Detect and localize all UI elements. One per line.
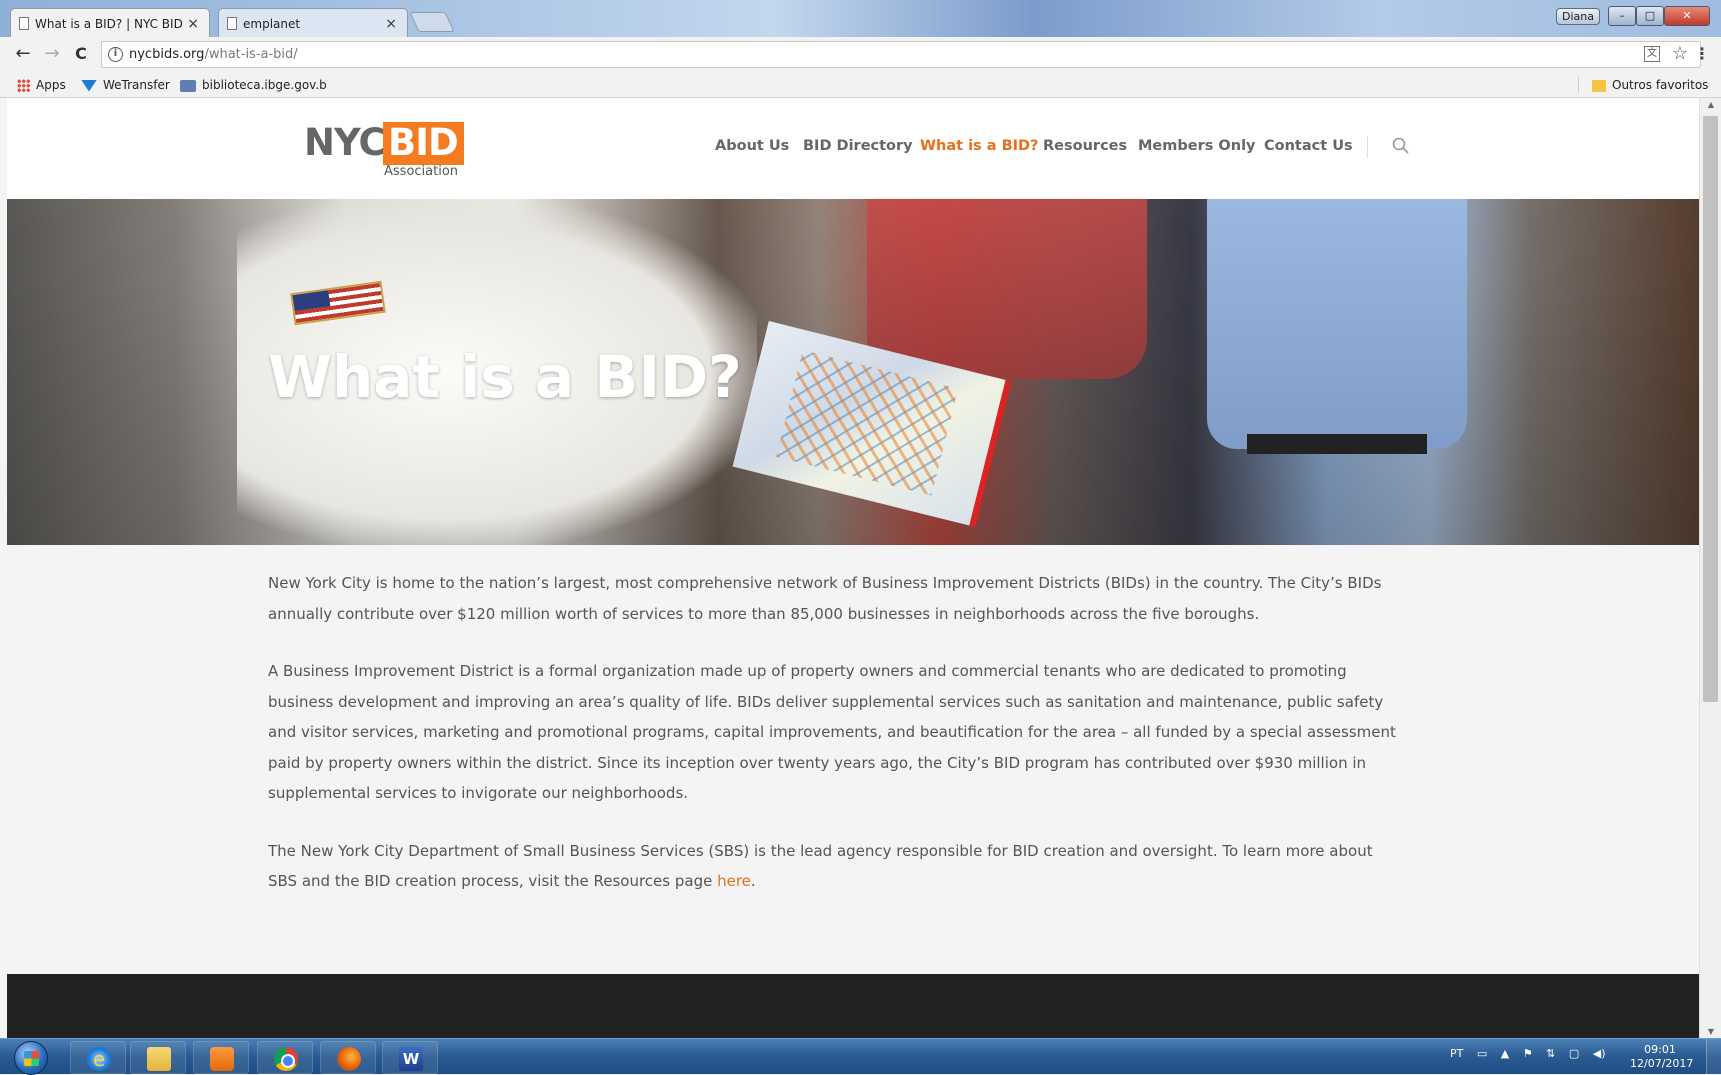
ibge-icon xyxy=(180,79,196,92)
scroll-thumb[interactable] xyxy=(1703,116,1718,702)
taskbar-firefox[interactable] xyxy=(320,1041,376,1074)
keyboard-icon[interactable]: ▭ xyxy=(1477,1047,1487,1060)
taskbar-media-player[interactable] xyxy=(193,1041,249,1074)
tab-title: What is a BID? | NYC BID xyxy=(35,17,183,31)
system-clock[interactable]: 09:01 12/07/2017 xyxy=(1630,1043,1693,1071)
apps-grid-icon xyxy=(17,79,30,92)
start-button[interactable] xyxy=(14,1041,48,1075)
back-button[interactable]: ← xyxy=(12,43,34,65)
site-logo[interactable]: NYC BID Association xyxy=(304,122,464,182)
chrome-icon xyxy=(274,1047,298,1071)
search-icon[interactable] xyxy=(1392,137,1410,155)
tab-what-is-a-bid[interactable]: What is a BID? | NYC BID × xyxy=(10,8,210,38)
nav-bid-directory[interactable]: BID Directory xyxy=(803,138,913,154)
nav-divider xyxy=(1367,136,1368,158)
volume-icon[interactable]: ◀) xyxy=(1593,1047,1606,1060)
nav-members-only[interactable]: Members Only xyxy=(1138,138,1256,154)
address-bar[interactable]: i nycbids.org/what-is-a-bid/ 文 ☆ xyxy=(101,41,1701,68)
tab-close-icon[interactable]: × xyxy=(385,9,397,39)
bookmarks-bar: Apps WeTransfer biblioteca.ibge.gov.b Ou… xyxy=(0,72,1721,98)
folder-icon xyxy=(1592,79,1606,92)
paragraph: New York City is home to the nation’s la… xyxy=(268,574,1382,623)
nav-resources[interactable]: Resources xyxy=(1043,138,1127,154)
bookmark-other[interactable]: Outros favoritos xyxy=(1592,76,1708,94)
taskbar-explorer[interactable] xyxy=(130,1041,186,1074)
action-center-flag-icon[interactable]: ⚑ xyxy=(1523,1047,1533,1060)
page-icon xyxy=(19,17,29,30)
bookmark-star-icon[interactable]: ☆ xyxy=(1672,43,1688,64)
close-window-button[interactable]: ✕ xyxy=(1664,6,1710,26)
new-tab-button[interactable] xyxy=(409,12,455,32)
site-header: NYC BID Association About Us BID Directo… xyxy=(7,98,1699,199)
scroll-up-icon[interactable]: ▲ xyxy=(1706,100,1716,109)
system-tray: PT ▭ ▲ ⚑ ⇅ ▢ ◀) xyxy=(1450,1047,1616,1060)
windows-logo-icon xyxy=(24,1051,39,1066)
forward-button[interactable]: → xyxy=(41,43,63,65)
bookmark-apps[interactable]: Apps xyxy=(17,76,66,94)
reload-button[interactable]: C xyxy=(70,43,92,65)
show-desktop-button[interactable] xyxy=(1706,1039,1721,1075)
internet-explorer-icon: e xyxy=(87,1047,111,1071)
language-indicator[interactable]: PT xyxy=(1450,1047,1463,1060)
tab-close-icon[interactable]: × xyxy=(187,9,199,39)
page-title: What is a BID? xyxy=(268,343,742,411)
profile-badge[interactable]: Diana xyxy=(1556,8,1600,25)
page-icon xyxy=(227,17,237,30)
browser-toolbar: ← → C i nycbids.org/what-is-a-bid/ 文 ☆ ⋮ xyxy=(0,37,1721,72)
tab-emplanet[interactable]: emplanet × xyxy=(218,8,408,38)
bookmark-ibge[interactable]: biblioteca.ibge.gov.b xyxy=(180,76,327,94)
taskbar-word[interactable]: W xyxy=(382,1041,438,1074)
browser-tabstrip: What is a BID? | NYC BID × emplanet × Di… xyxy=(0,0,1721,38)
site-footer xyxy=(7,974,1699,1038)
media-player-icon xyxy=(210,1047,234,1071)
info-icon[interactable]: i xyxy=(108,47,123,62)
paragraph: A Business Improvement District is a for… xyxy=(268,662,1396,802)
windows-taskbar: e W PT ▭ ▲ ⚑ ⇅ ▢ ◀) 09:01 12/07/2017 xyxy=(0,1038,1721,1075)
paragraph: The New York City Department of Small Bu… xyxy=(268,841,1373,891)
tab-title: emplanet xyxy=(243,17,301,31)
resources-here-link[interactable]: here xyxy=(717,872,751,890)
bookmark-separator xyxy=(1578,77,1579,93)
nav-contact-us[interactable]: Contact Us xyxy=(1264,138,1353,154)
maximize-button[interactable]: □ xyxy=(1636,6,1664,26)
browser-menu-icon[interactable]: ⋮ xyxy=(1694,45,1710,63)
scroll-down-icon[interactable]: ▼ xyxy=(1706,1027,1716,1036)
file-explorer-icon xyxy=(147,1047,171,1071)
translate-icon[interactable]: 文 xyxy=(1644,46,1660,62)
hero-banner: What is a BID? xyxy=(7,199,1699,545)
page-scrollbar[interactable]: ▲ ▼ xyxy=(1699,98,1721,1038)
firefox-icon xyxy=(337,1047,361,1071)
wetransfer-icon xyxy=(81,79,97,92)
show-hidden-icons[interactable]: ▲ xyxy=(1501,1047,1509,1060)
display-icon[interactable]: ▢ xyxy=(1569,1047,1579,1060)
article-content: New York City is home to the nation’s la… xyxy=(268,568,1398,924)
taskbar-chrome[interactable] xyxy=(257,1041,313,1074)
nav-about-us[interactable]: About Us xyxy=(715,138,789,154)
nav-what-is-a-bid[interactable]: What is a BID? xyxy=(920,138,1038,154)
web-page: NYC BID Association About Us BID Directo… xyxy=(7,98,1699,1038)
minimize-button[interactable]: – xyxy=(1608,6,1636,26)
bookmark-wetransfer[interactable]: WeTransfer xyxy=(81,76,170,94)
url-text[interactable]: nycbids.org/what-is-a-bid/ xyxy=(129,42,298,67)
taskbar-ie[interactable]: e xyxy=(70,1041,126,1074)
word-icon: W xyxy=(399,1047,423,1071)
network-icon[interactable]: ⇅ xyxy=(1546,1047,1555,1060)
